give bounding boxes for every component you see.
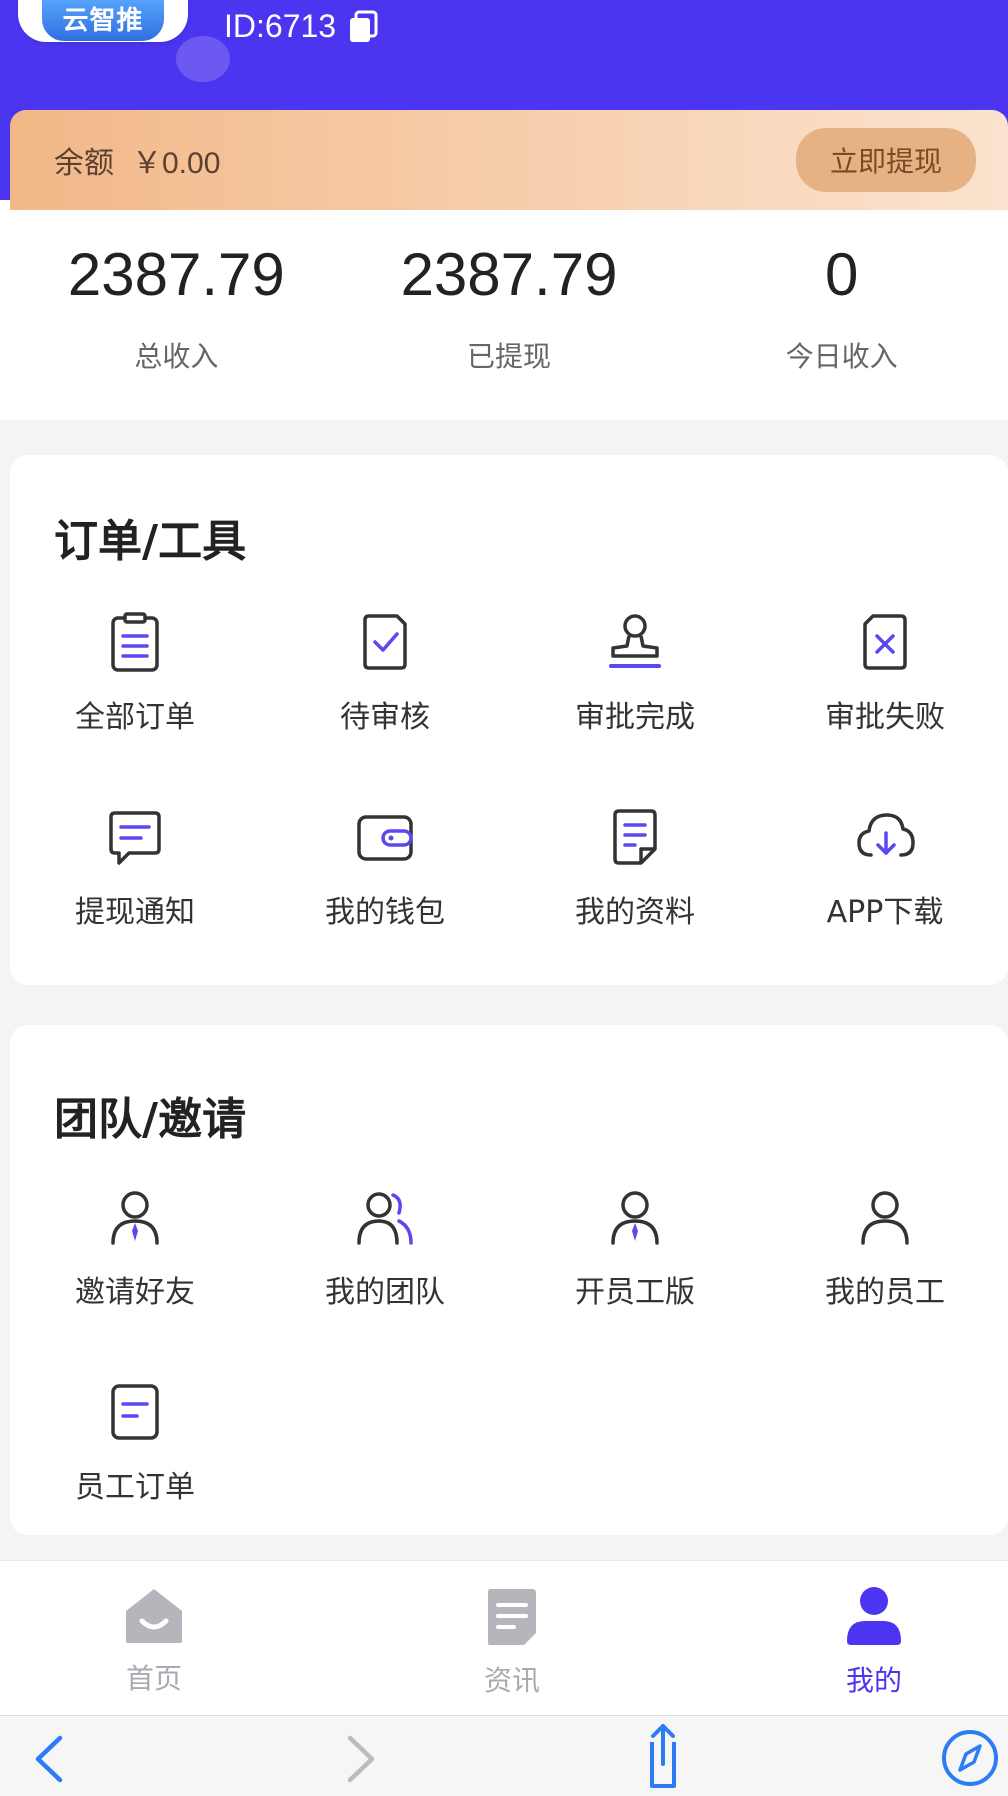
balance-amount: ￥0.00 — [132, 147, 221, 180]
user-tie-icon — [611, 1191, 659, 1245]
user-icon — [861, 1191, 909, 1245]
user-id-text: ID:6713 — [224, 8, 337, 44]
cloud-download-icon — [857, 813, 915, 857]
tab-news[interactable]: 资讯 — [432, 1585, 592, 1699]
stat-value: 2387.79 — [400, 241, 618, 308]
grid-item-all-orders[interactable]: 全部订单 — [10, 610, 260, 736]
document-x-icon — [863, 614, 907, 670]
user-id-row: ID:6713 — [224, 8, 380, 45]
grid-label: APP下载 — [826, 895, 944, 930]
team-invite-section: 团队/邀请 邀请好友 我的团队 开员工版 我的员工 员工订单 — [10, 1025, 1008, 1535]
stat-label: 总收入 — [134, 340, 219, 373]
profile-doc-icon — [613, 809, 657, 865]
grid-label: 我的员工 — [825, 1275, 945, 1310]
copy-icon[interactable] — [346, 10, 380, 44]
grid-label: 待审核 — [340, 700, 430, 735]
logo-text: 云智推 — [42, 0, 164, 41]
home-icon — [126, 1589, 182, 1643]
document-check-icon — [363, 614, 407, 670]
tab-label: 资讯 — [483, 1664, 540, 1697]
grid-item-staff-orders[interactable]: 员工订单 — [10, 1380, 260, 1506]
document-lines-icon — [111, 1384, 159, 1440]
clipboard-list-icon — [111, 612, 159, 672]
tab-label: 首页 — [125, 1662, 182, 1695]
withdraw-button[interactable]: 立即提现 — [795, 128, 976, 192]
tab-label: 我的 — [845, 1664, 902, 1697]
browser-toolbar — [0, 1715, 1008, 1796]
grid-label: 我的团队 — [325, 1275, 445, 1310]
balance-bar: 余额 ￥0.00 立即提现 — [10, 110, 1008, 210]
grid-label: 提现通知 — [75, 895, 195, 930]
grid-item-withdraw-notice[interactable]: 提现通知 — [10, 805, 260, 931]
news-icon — [488, 1589, 536, 1645]
compass-icon[interactable] — [940, 1728, 1000, 1788]
grid-label: 审批失败 — [825, 700, 945, 735]
users-icon — [357, 1192, 413, 1245]
grid-item-wallet[interactable]: 我的钱包 — [260, 805, 510, 931]
balance-card: 余额 ￥0.00 立即提现 2387.79 总收入 2387.79 已提现 0 今… — [10, 110, 1008, 410]
tab-mine[interactable]: 我的 — [794, 1585, 954, 1699]
back-arrow-icon[interactable] — [30, 1734, 70, 1784]
stat-withdrawn[interactable]: 2387.79 已提现 — [343, 210, 676, 410]
share-icon[interactable] — [636, 1722, 690, 1792]
grid-label: 开员工版 — [575, 1275, 695, 1310]
grid-item-my-staff[interactable]: 我的员工 — [760, 1185, 1008, 1311]
grid-label: 我的钱包 — [325, 895, 445, 930]
stat-value: 0 — [824, 241, 859, 308]
grid-label: 审批完成 — [575, 700, 695, 735]
section-title: 订单/工具 — [54, 516, 247, 567]
person-icon — [847, 1587, 901, 1645]
grid-item-my-team[interactable]: 我的团队 — [260, 1185, 510, 1311]
stat-value: 2387.79 — [67, 241, 285, 308]
stat-total-income[interactable]: 2387.79 总收入 — [10, 210, 343, 410]
grid-item-open-staff-edition[interactable]: 开员工版 — [510, 1185, 760, 1311]
grid-item-invite-friends[interactable]: 邀请好友 — [10, 1185, 260, 1311]
grid-item-rejected[interactable]: 审批失败 — [760, 610, 1008, 736]
bottom-tab-bar: 首页 资讯 我的 — [0, 1560, 1008, 1715]
stat-today-income[interactable]: 0 今日收入 — [675, 210, 1008, 410]
grid-label: 员工订单 — [75, 1470, 195, 1505]
app-logo: 云智推 — [18, 0, 188, 42]
forward-arrow-icon[interactable] — [340, 1734, 380, 1784]
balance-label: 余额 — [54, 147, 114, 180]
balance-label-group: 余额 ￥0.00 — [54, 138, 220, 182]
stats-row: 2387.79 总收入 2387.79 已提现 0 今日收入 — [10, 210, 1008, 410]
grid-label: 邀请好友 — [75, 1275, 195, 1310]
stat-label: 今日收入 — [785, 340, 898, 373]
orders-tools-section: 订单/工具 全部订单 待审核 审批完成 审批失败 提现通知 我的钱包 我的资料 … — [10, 455, 1008, 985]
grid-item-app-download[interactable]: APP下载 — [760, 805, 1008, 931]
tab-home[interactable]: 首页 — [74, 1585, 234, 1697]
grid-item-approved[interactable]: 审批完成 — [510, 610, 760, 736]
section-title: 团队/邀请 — [54, 1094, 247, 1145]
stat-label: 已提现 — [467, 340, 552, 373]
grid-label: 全部订单 — [75, 700, 195, 735]
grid-item-my-profile[interactable]: 我的资料 — [510, 805, 760, 931]
grid-item-pending[interactable]: 待审核 — [260, 610, 510, 736]
stamp-icon — [609, 614, 661, 668]
grid-label: 我的资料 — [575, 895, 695, 930]
wallet-icon — [357, 815, 413, 861]
message-icon — [109, 811, 161, 865]
decorative-circle — [176, 36, 230, 82]
user-tie-icon — [111, 1191, 159, 1245]
